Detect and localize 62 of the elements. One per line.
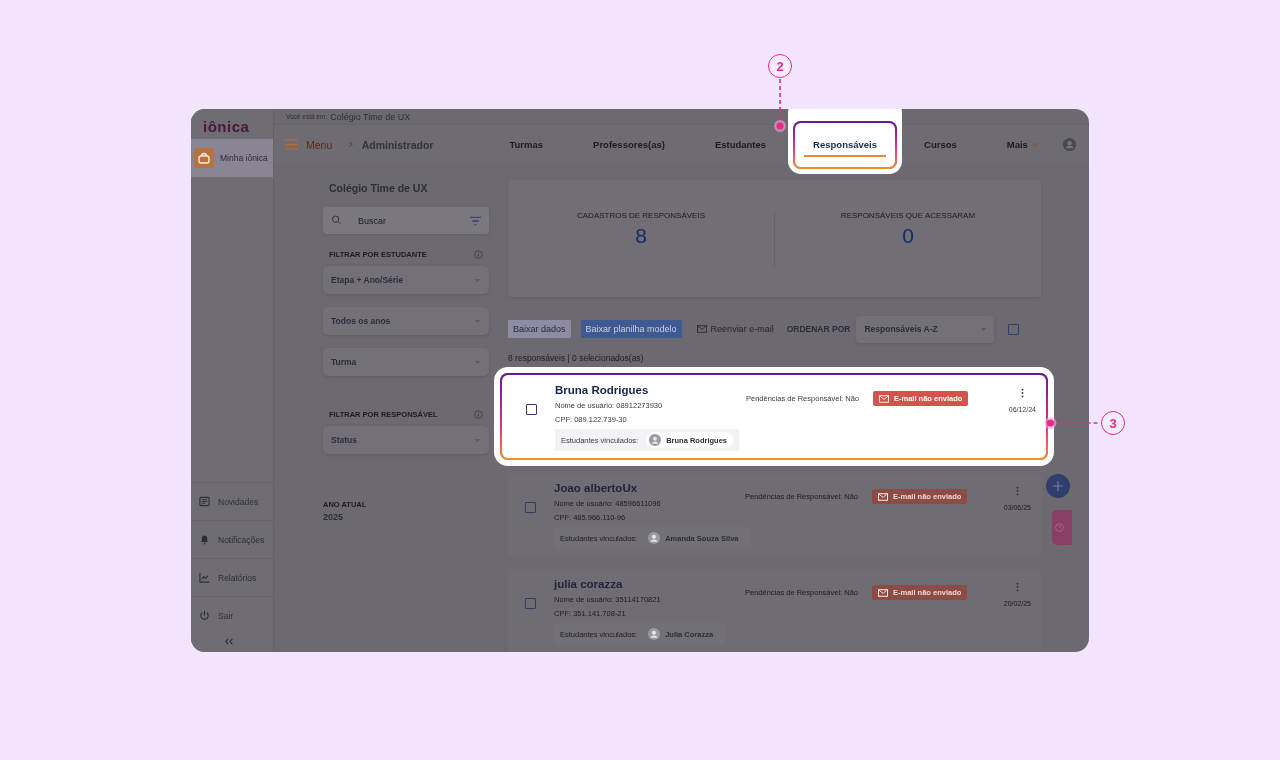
guardian-name: julia corazza [554,578,624,590]
plus-icon [1053,481,1063,491]
select-all-checkbox[interactable] [1008,323,1020,335]
stat-value: 0 [902,223,914,248]
filter-icon[interactable] [470,216,481,226]
chart-icon [199,572,210,583]
person-icon [648,628,661,640]
stat-label: RESPONSÁVEIS QUE ACESSARAM [840,210,976,220]
sidebar-item[interactable]: Notificações [191,520,273,558]
leader-line [1043,416,1100,430]
guardian-name: Joao albertoUx [554,482,639,494]
add-button[interactable] [1046,474,1070,498]
caret-icon [1031,142,1038,147]
year-value: 2025 [323,512,345,522]
question-icon [1055,523,1064,532]
menu-icon [285,139,298,150]
guardian-name: Bruna Rodrigues [555,384,650,396]
sidebar-item[interactable]: Minha iônica [191,139,273,177]
mail-icon [879,394,889,403]
school-title: Colégio Time de UX [328,182,429,194]
bell-icon [199,534,210,545]
mail-icon [878,588,888,597]
nav-tab[interactable]: Turmas [484,125,569,164]
nav-tab[interactable]: Estudantes [689,125,792,164]
row-checkbox[interactable] [525,598,536,609]
more-options-icon[interactable] [1020,388,1024,398]
step-number-badge: 2 [768,54,792,78]
person-icon [648,532,661,544]
info-icon[interactable] [474,250,483,259]
row-checkbox[interactable] [526,404,537,415]
sidebar-item[interactable]: Relatórios [191,558,273,596]
stat-label: CADASTROS DE RESPONSÁVEIS [577,210,705,220]
filter-dropdown[interactable]: Status [323,426,489,454]
mail-icon [696,325,707,333]
logo: iônica [202,117,251,137]
nav-tab[interactable]: Mais [981,125,1063,164]
step-number-badge: 3 [1101,411,1125,435]
stat-value: 8 [635,223,647,248]
nav-tab[interactable]: Professores(as) [568,125,690,164]
nav-tab[interactable]: Cursos [899,125,982,164]
newspaper-icon [199,496,210,507]
section-title: Administrador [361,138,434,151]
filter-dropdown[interactable]: Turma [323,348,489,376]
sidebar-item[interactable]: Novidades [191,482,273,520]
power-icon [199,610,210,621]
info-icon[interactable] [474,410,483,419]
selection-summary: 8 responsáveis | 0 selecionados(as) [508,353,645,363]
bag-icon [194,148,214,168]
menu-button[interactable]: Menu [285,138,333,151]
collapse-icon[interactable] [224,638,234,645]
search-field[interactable]: Buscar [323,207,489,234]
person-icon [649,434,662,446]
row-checkbox[interactable] [525,502,536,513]
filter-dropdown[interactable]: Todos os anos [323,307,489,335]
filter-dropdown[interactable]: Etapa + Ano/Série [323,266,489,294]
mail-icon [878,492,888,501]
sort-label: ORDENAR POR [786,324,851,334]
search-icon [331,215,342,225]
download-button[interactable]: Baixar planilha modelo [580,320,682,338]
sort-dropdown[interactable]: Responsáveis A-Z [856,315,995,343]
help-tab[interactable] [1052,510,1072,545]
leader-line [773,79,787,133]
